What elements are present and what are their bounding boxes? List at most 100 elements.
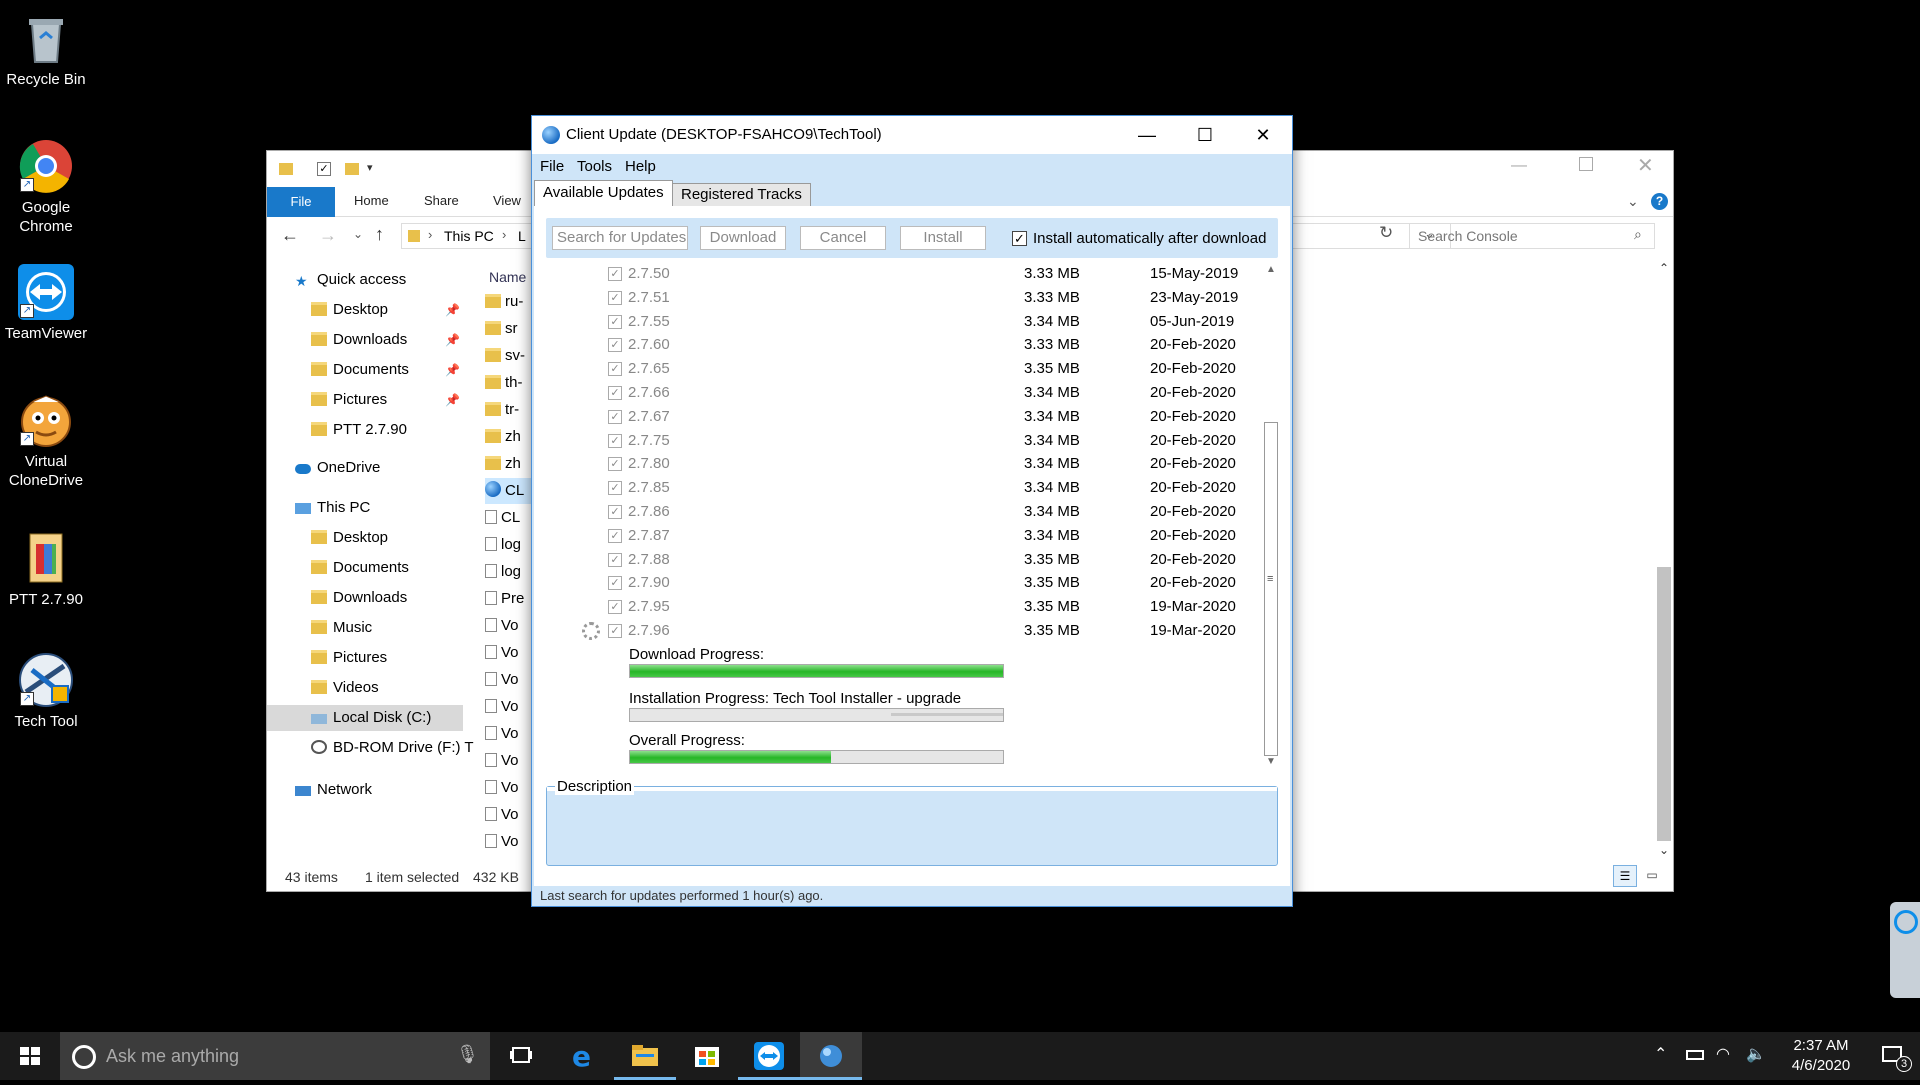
up-arrow-icon[interactable]: ↑: [375, 224, 384, 245]
update-checkbox[interactable]: ✓: [608, 314, 622, 329]
update-row[interactable]: ✓ 2.7.60 3.33 MB 20-Feb-2020: [546, 333, 1262, 357]
update-checkbox[interactable]: ✓: [608, 409, 622, 424]
update-row[interactable]: ✓ 2.7.87 3.34 MB 20-Feb-2020: [546, 524, 1262, 548]
search-input[interactable]: Search Console: [1418, 228, 1518, 244]
install-button[interactable]: Install: [900, 226, 986, 250]
ribbon-tab-home[interactable]: Home: [354, 193, 389, 208]
explorer-vertical-scrollbar[interactable]: ⌃ ⌄: [1655, 261, 1673, 861]
wifi-icon[interactable]: ◠: [1716, 1044, 1730, 1064]
scroll-down-arrow-icon[interactable]: ▼: [1262, 756, 1280, 767]
maximize-button[interactable]: [1579, 157, 1593, 171]
recent-chevron-icon[interactable]: ⌄: [353, 227, 363, 241]
file-list-item[interactable]: Vo: [485, 694, 535, 720]
update-checkbox[interactable]: ✓: [608, 433, 622, 448]
ribbon-tab-view[interactable]: View: [493, 193, 521, 208]
help-icon[interactable]: ?: [1651, 193, 1668, 210]
nav-item[interactable]: OneDrive: [295, 455, 467, 481]
desktop-icon-ptt[interactable]: PTT 2.7.90: [0, 530, 92, 609]
update-checkbox[interactable]: ✓: [608, 552, 622, 567]
taskbar-file-explorer[interactable]: [614, 1032, 676, 1080]
taskbar-edge[interactable]: e: [552, 1032, 614, 1080]
breadcrumb-this-pc[interactable]: This PC: [444, 228, 494, 244]
file-list-item[interactable]: sv-: [485, 343, 535, 369]
scroll-up-arrow-icon[interactable]: ▲: [1262, 264, 1280, 275]
file-list-item[interactable]: CL: [485, 505, 535, 531]
close-button[interactable]: ✕: [1234, 116, 1292, 154]
large-icons-view-icon[interactable]: ▭: [1641, 865, 1663, 887]
update-checkbox[interactable]: ✓: [608, 386, 622, 400]
file-list-item[interactable]: zh: [485, 451, 535, 477]
task-view-button[interactable]: [490, 1032, 552, 1080]
auto-install-checkbox[interactable]: ✓: [1012, 231, 1027, 246]
update-row[interactable]: ✓ 2.7.95 3.35 MB 19-Mar-2020: [546, 595, 1262, 619]
breadcrumb-drive[interactable]: L: [518, 228, 526, 244]
expand-ribbon-icon[interactable]: ⌄: [1627, 193, 1639, 210]
update-checkbox[interactable]: ✓: [608, 457, 622, 472]
search-box[interactable]: Search Console ⌕: [1409, 223, 1655, 249]
nav-item[interactable]: PTT 2.7.90: [311, 417, 467, 443]
nav-item[interactable]: Documents: [311, 555, 467, 581]
file-list-item[interactable]: Vo: [485, 802, 535, 828]
file-list-item[interactable]: Vo: [485, 829, 535, 855]
action-center-button[interactable]: 3: [1866, 1032, 1920, 1080]
desktop-icon-recycle-bin[interactable]: Recycle Bin: [0, 10, 92, 89]
scroll-down-arrow-icon[interactable]: ⌄: [1659, 843, 1669, 857]
ribbon-tab-file[interactable]: File: [267, 187, 335, 217]
scroll-up-arrow-icon[interactable]: ⌃: [1659, 261, 1669, 275]
minimize-button[interactable]: —: [1511, 157, 1527, 175]
menu-file[interactable]: File: [540, 158, 564, 175]
microphone-icon[interactable]: 🎙: [456, 1044, 479, 1065]
file-list-item[interactable]: Vo: [485, 640, 535, 666]
back-arrow-icon[interactable]: ←: [281, 225, 299, 246]
updates-vertical-scrollbar[interactable]: ▲ ≡ ▼: [1262, 262, 1280, 770]
cortana-search-input[interactable]: Ask me anything: [106, 1046, 239, 1067]
update-checkbox[interactable]: ✓: [608, 338, 622, 353]
file-list-item[interactable]: Vo: [485, 748, 535, 774]
update-row[interactable]: ✓ 2.7.90 3.35 MB 20-Feb-2020: [546, 571, 1262, 595]
nav-item[interactable]: Downloads 📌: [311, 327, 467, 353]
nav-item[interactable]: Downloads: [311, 585, 467, 611]
update-row[interactable]: ✓ 2.7.67 3.34 MB 20-Feb-2020: [546, 405, 1262, 429]
nav-item[interactable]: Network: [295, 777, 467, 803]
file-list-item[interactable]: zh: [485, 424, 535, 450]
update-row[interactable]: ✓ 2.7.55 3.34 MB 05-Jun-2019: [546, 310, 1262, 334]
nav-item[interactable]: Videos: [311, 675, 467, 701]
menu-tools[interactable]: Tools: [577, 158, 612, 175]
update-checkbox[interactable]: ✓: [608, 267, 622, 281]
checkbox-icon[interactable]: ✓: [317, 162, 331, 176]
file-list-item[interactable]: log: [485, 532, 535, 558]
file-list-item[interactable]: tr-: [485, 397, 535, 423]
file-list-item[interactable]: Pre: [485, 586, 535, 612]
nav-item[interactable]: Desktop: [311, 525, 467, 551]
update-checkbox[interactable]: ✓: [608, 624, 622, 638]
scrollbar-thumb[interactable]: [1657, 567, 1671, 841]
menu-help[interactable]: Help: [625, 158, 656, 175]
forward-arrow-icon[interactable]: →: [319, 225, 337, 246]
volume-icon[interactable]: 🔈: [1746, 1044, 1766, 1064]
taskbar-store[interactable]: [676, 1032, 738, 1080]
cancel-button[interactable]: Cancel: [800, 226, 886, 250]
ribbon-tab-share[interactable]: Share: [424, 193, 459, 208]
update-row[interactable]: ✓ 2.7.65 3.35 MB 20-Feb-2020: [546, 357, 1262, 381]
file-list-item[interactable]: Vo: [485, 613, 535, 639]
update-checkbox[interactable]: ✓: [608, 290, 622, 305]
nav-item[interactable]: Local Disk (C:): [267, 705, 463, 731]
update-checkbox[interactable]: ✓: [608, 505, 622, 519]
file-list-item[interactable]: log: [485, 559, 535, 585]
taskbar-clock[interactable]: 2:37 AM 4/6/2020: [1776, 1036, 1866, 1076]
download-button[interactable]: Download: [700, 226, 786, 250]
update-checkbox[interactable]: ✓: [608, 362, 622, 377]
update-row[interactable]: ✓ 2.7.80 3.34 MB 20-Feb-2020: [546, 452, 1262, 476]
nav-item[interactable]: Music: [311, 615, 467, 641]
nav-item[interactable]: Pictures: [311, 645, 467, 671]
update-row[interactable]: ✓ 2.7.85 3.34 MB 20-Feb-2020: [546, 476, 1262, 500]
update-row[interactable]: ✓ 2.7.88 3.35 MB 20-Feb-2020: [546, 548, 1262, 572]
file-list-item[interactable]: CL: [485, 478, 535, 504]
taskbar-teamviewer[interactable]: [738, 1032, 800, 1080]
refresh-icon[interactable]: ↻: [1379, 223, 1393, 243]
update-row[interactable]: ✓ 2.7.75 3.34 MB 20-Feb-2020: [546, 429, 1262, 453]
quick-access-dropdown-icon[interactable]: ▾: [367, 161, 373, 174]
file-list-item[interactable]: Vo: [485, 721, 535, 747]
taskbar-client-update[interactable]: [800, 1032, 862, 1080]
show-hidden-icons-chevron[interactable]: ⌃: [1654, 1044, 1667, 1064]
